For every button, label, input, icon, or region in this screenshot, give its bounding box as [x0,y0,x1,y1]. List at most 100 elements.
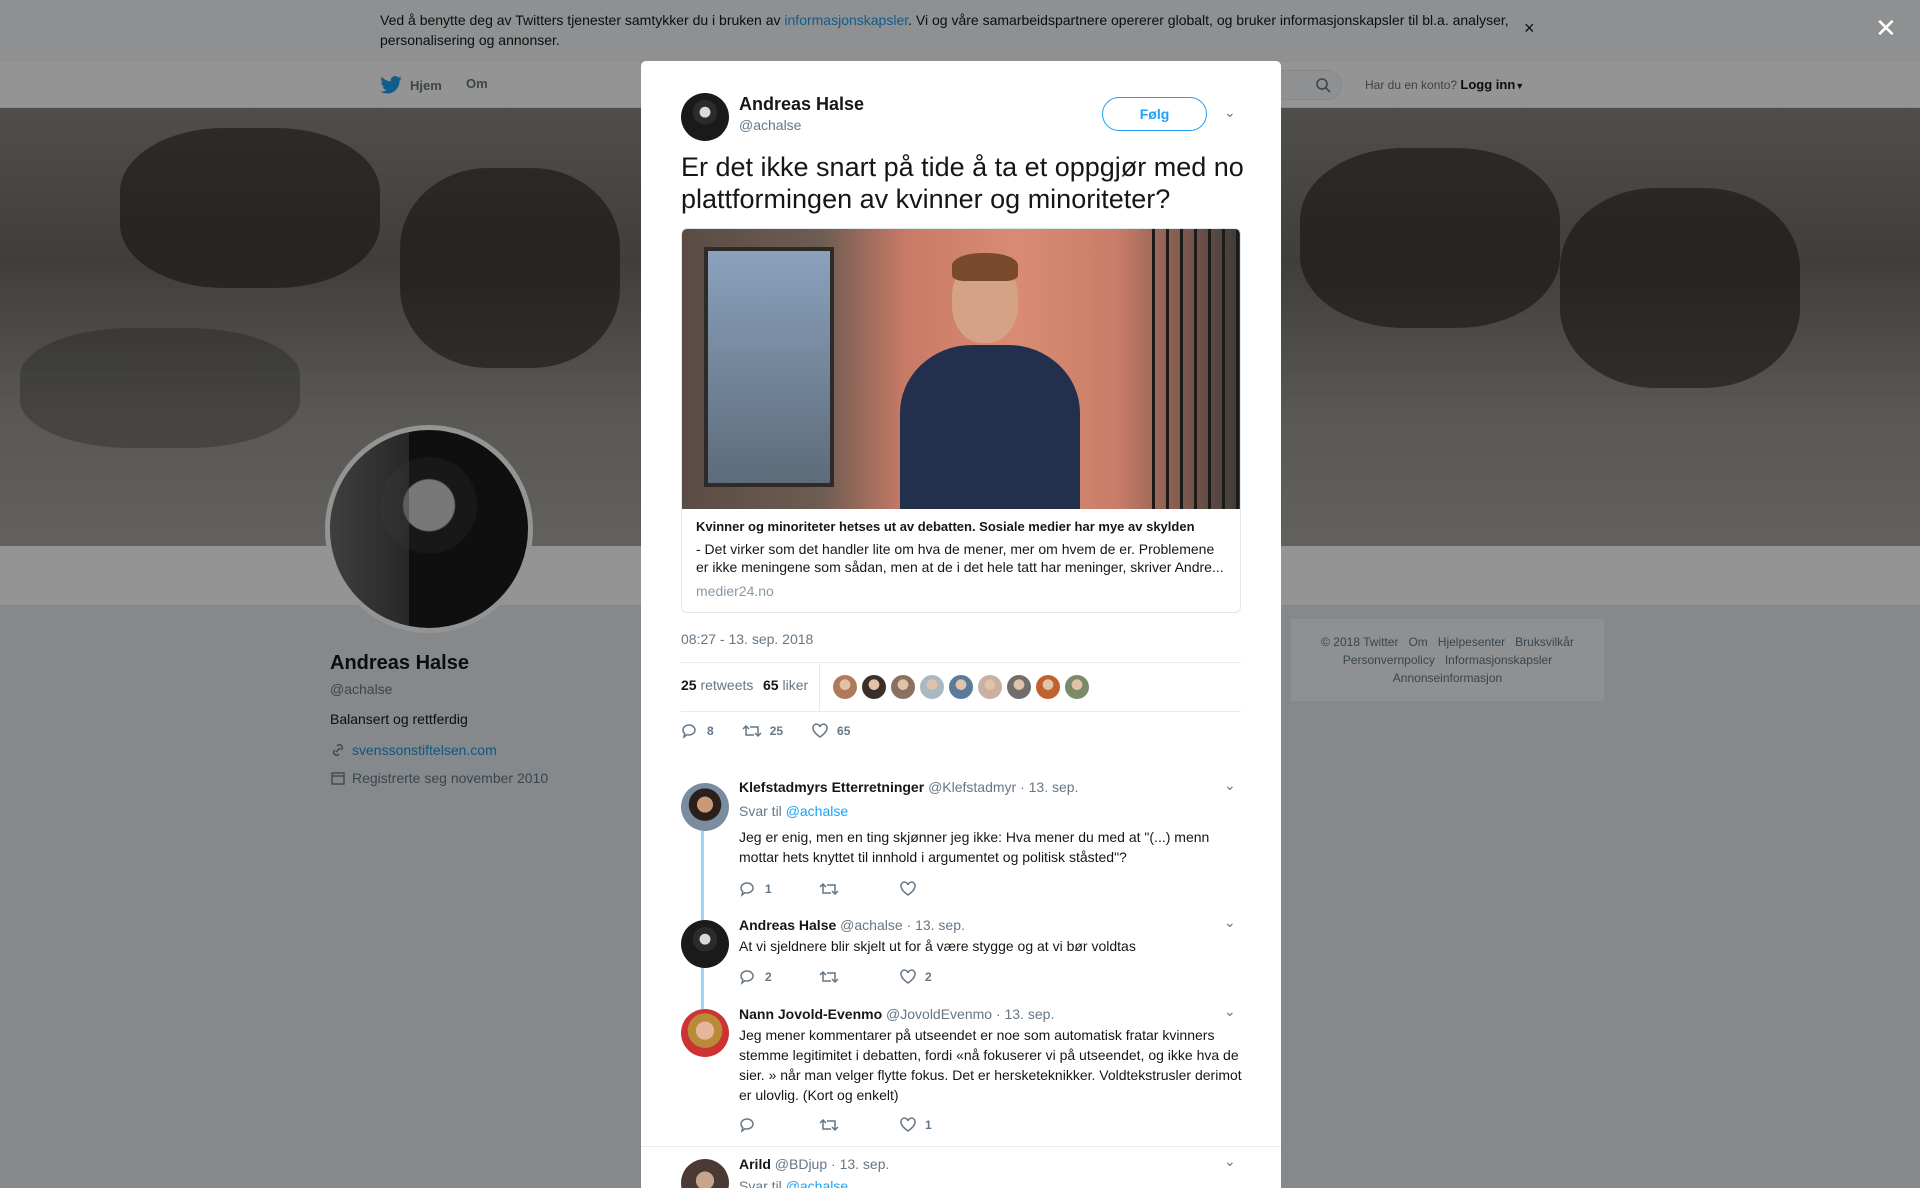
retweet-icon [819,882,839,896]
reply-separator [641,1146,1281,1147]
reply-count: 8 [707,724,714,738]
thread-line [701,969,704,1009]
reply-author-name[interactable]: Nann Jovold-Evenmo [739,1006,882,1022]
liker-avatar[interactable] [1065,675,1089,699]
reply-header: Arild @BDjup · 13. sep. [739,1156,889,1172]
tweet-timestamp[interactable]: 08:27 - 13. sep. 2018 [681,631,813,647]
reply-actions: 2 2 [739,969,932,985]
reply-action[interactable]: 2 [739,969,819,985]
like-stat[interactable]: 65 liker [763,677,808,693]
retweet-action[interactable] [819,881,899,897]
heart-icon [900,969,916,984]
reply-author-name[interactable]: Klefstadmyrs Etterretninger [739,779,924,795]
liker-avatar[interactable] [1007,675,1031,699]
tweet-actions: 8 25 65 [681,723,850,739]
retweet-action[interactable] [819,1117,899,1133]
retweet-icon [819,1118,839,1132]
tweet-stats: 25 retweets 65 liker [681,662,1241,712]
retweet-action[interactable]: 25 [742,723,783,739]
reply-date[interactable]: · 13. sep. [831,1156,889,1172]
liker-avatar[interactable] [862,675,886,699]
heart-icon [900,1117,916,1132]
retweet-label: retweets [700,677,754,693]
chevron-down-icon[interactable]: ⌄ [1224,777,1236,794]
reply-action[interactable] [739,1117,819,1133]
tweet-modal: Andreas Halse @achalse Følg ⌄ Er det ikk… [641,61,1281,1188]
reply-icon [740,882,754,897]
reply-date[interactable]: · 13. sep. [996,1006,1054,1022]
reply-avatar[interactable] [681,1159,729,1188]
heart-icon [900,881,916,896]
retweet-stat[interactable]: 25 retweets [681,677,753,693]
retweet-icon [742,724,762,738]
card-image [682,229,1240,509]
reply-to: Svar til @achalse [739,803,848,819]
like-action[interactable]: 1 [899,1117,932,1133]
card-title: Kvinner og minoriteter hetses ut av deba… [696,519,1195,534]
reply-date[interactable]: · 13. sep. [1020,779,1078,795]
chevron-down-icon[interactable]: ⌄ [1224,1003,1236,1020]
liker-avatar[interactable] [949,675,973,699]
like-count: 2 [925,970,932,984]
reply-header: Nann Jovold-Evenmo @JovoldEvenmo · 13. s… [739,1006,1054,1022]
reply-author-handle[interactable]: @Klefstadmyr [928,779,1016,795]
reply-text: Jeg mener kommentarer på utseendet er no… [739,1027,1242,1103]
retweet-icon [819,970,839,984]
reply-icon [682,724,696,739]
reply-actions: 1 [739,1117,932,1133]
reply-header: Klefstadmyrs Etterretninger @Klefstadmyr… [739,779,1078,795]
retweet-count: 25 [681,677,697,693]
reply-author-name[interactable]: Arild [739,1156,771,1172]
reply-author-handle[interactable]: @achalse [840,917,902,933]
heart-icon [812,723,828,738]
reply-action[interactable]: 1 [739,881,819,897]
reply-avatar[interactable] [681,1009,729,1057]
liker-avatar[interactable] [833,675,857,699]
like-action-count: 65 [837,724,851,738]
reply-to-label: Svar til [739,803,782,819]
chevron-down-icon[interactable]: ⌄ [1224,1153,1236,1170]
reply-to-link[interactable]: @achalse [786,803,848,819]
reply-author-handle[interactable]: @JovoldEvenmo [886,1006,992,1022]
modal-close-button[interactable]: ✕ [1875,13,1897,44]
reply-text: At vi sjeldnere blir skjelt ut for å vær… [739,938,1136,954]
like-count: 65 [763,677,779,693]
reply-count: 1 [765,882,772,896]
reply-header: Andreas Halse @achalse · 13. sep. [739,917,965,933]
reply-avatar[interactable] [681,783,729,831]
like-count: 1 [925,1118,932,1132]
reply-text: Jeg er enig, men en ting skjønner jeg ik… [739,829,1210,865]
tweet-text: Er det ikke snart på tide å ta et oppgjø… [681,152,1244,214]
liker-avatars [833,675,1089,699]
link-card[interactable]: Kvinner og minoriteter hetses ut av deba… [681,228,1241,613]
liker-avatar[interactable] [891,675,915,699]
like-action[interactable]: 65 [811,723,850,739]
liker-avatar[interactable] [978,675,1002,699]
card-domain: medier24.no [696,583,774,599]
follow-button[interactable]: Følg [1102,97,1207,131]
liker-avatar[interactable] [1036,675,1060,699]
reply-action[interactable]: 8 [681,723,714,739]
retweet-action-count: 25 [769,724,784,738]
chevron-down-icon[interactable]: ⌄ [1224,104,1236,121]
reply-author-handle[interactable]: @BDjup [775,1156,827,1172]
author-avatar[interactable] [681,93,729,141]
like-action[interactable] [899,881,925,897]
chevron-down-icon[interactable]: ⌄ [1224,914,1236,931]
like-action[interactable]: 2 [899,969,932,985]
reply-actions: 1 [739,881,925,897]
retweet-action[interactable] [819,969,899,985]
reply-to: Svar til @achalse [739,1178,848,1188]
reply-icon [740,1118,754,1133]
liker-avatar[interactable] [920,675,944,699]
reply-date[interactable]: · 13. sep. [907,917,965,933]
reply-author-name[interactable]: Andreas Halse [739,917,836,933]
card-description: - Det virker som det handler lite om hva… [696,541,1224,575]
reply-to-link[interactable]: @achalse [786,1178,848,1188]
reply-avatar[interactable] [681,920,729,968]
reply-to-label: Svar til [739,1178,782,1188]
author-handle[interactable]: @achalse [739,117,801,133]
author-name[interactable]: Andreas Halse [739,94,864,115]
reply-icon [740,970,754,985]
reply-count: 2 [765,970,772,984]
